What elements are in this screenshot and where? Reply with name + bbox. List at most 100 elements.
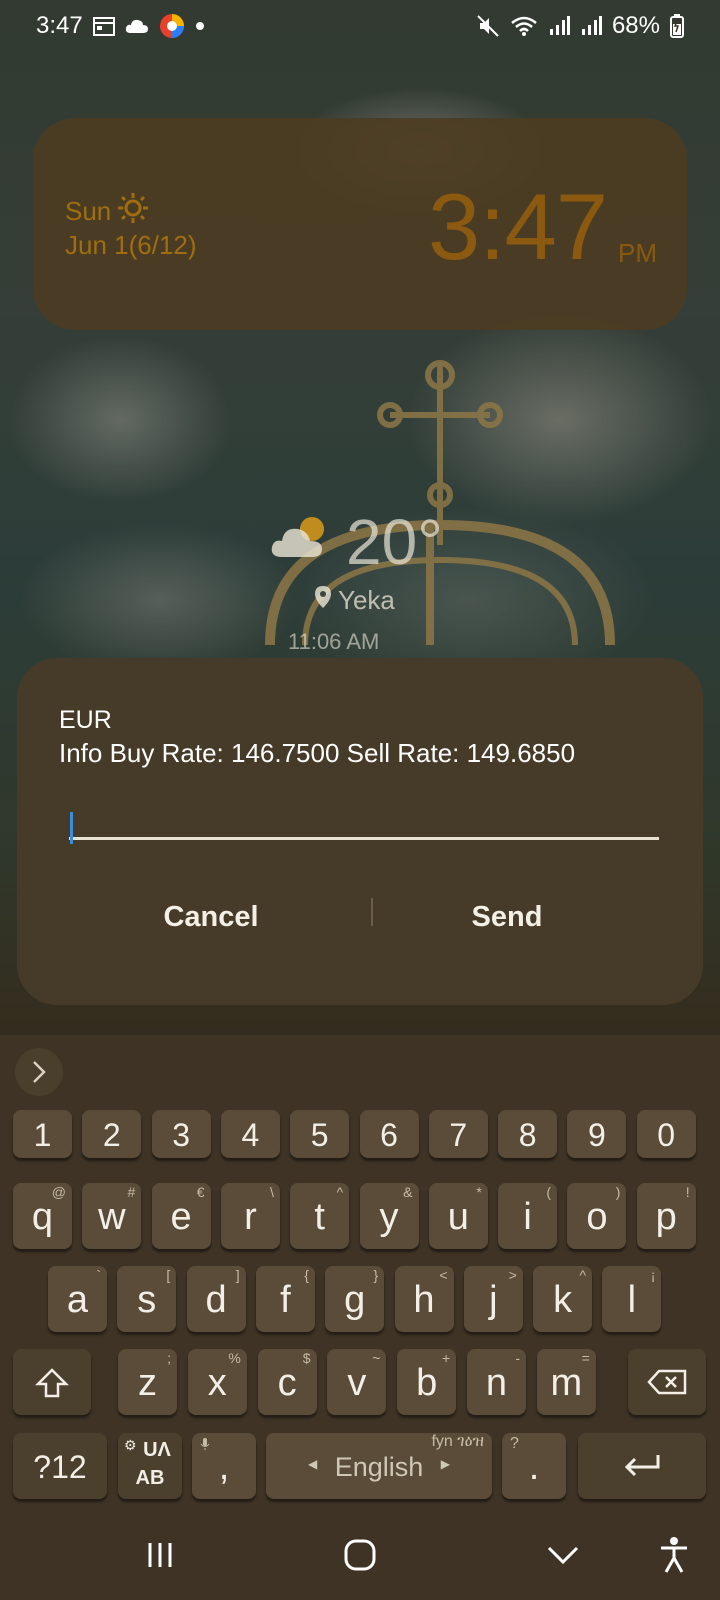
- key-u-label: u: [447, 1196, 469, 1238]
- toolbar-expand-button[interactable]: [15, 1048, 63, 1096]
- key-x[interactable]: % x: [187, 1349, 247, 1415]
- key-r[interactable]: \ r: [220, 1183, 280, 1249]
- key-y[interactable]: & y: [359, 1183, 419, 1249]
- key-d-symbol: ]: [235, 1267, 240, 1283]
- weather-widget[interactable]: 20° Yeka 11:06 AM: [270, 505, 470, 655]
- key-6[interactable]: 6: [359, 1110, 419, 1158]
- recent-apps-button[interactable]: [130, 1530, 190, 1580]
- key-f[interactable]: {f: [255, 1266, 315, 1332]
- key-t-label: t: [314, 1196, 325, 1238]
- key-j[interactable]: > j: [463, 1266, 523, 1332]
- key-e-label: e: [170, 1196, 192, 1238]
- key-z[interactable]: ; z: [118, 1349, 177, 1415]
- key-5[interactable]: 5: [290, 1110, 350, 1158]
- key-u[interactable]: * u: [428, 1183, 488, 1249]
- arrow-right-icon: ▶: [440, 1457, 450, 1471]
- key-o[interactable]: ) o: [567, 1183, 627, 1249]
- currency-info-dialog: EUR Info Buy Rate: 146.7500 Sell Rate: 1…: [17, 658, 703, 1005]
- language-switch-key[interactable]: ⚙ UΛ AB: [118, 1433, 182, 1499]
- key-w-label: w: [98, 1196, 126, 1238]
- key-u-symbol: *: [476, 1184, 482, 1200]
- key-6-label: 6: [380, 1117, 398, 1153]
- period-key[interactable]: ? .: [502, 1433, 566, 1499]
- key-7-label: 7: [449, 1117, 468, 1153]
- key-9-label: 9: [587, 1117, 606, 1153]
- key-a-label: a: [66, 1279, 89, 1321]
- enter-key[interactable]: [578, 1433, 706, 1499]
- key-k-symbol: ^: [579, 1267, 587, 1283]
- key-h[interactable]: < h: [394, 1266, 454, 1332]
- comma-key[interactable]: ,: [192, 1433, 256, 1499]
- space-bar[interactable]: fyn ገዕዝ ◀ English ▶: [266, 1433, 492, 1499]
- key-g[interactable]: } g: [325, 1266, 385, 1332]
- key-0-label: 0: [657, 1117, 676, 1153]
- hide-keyboard-button[interactable]: [533, 1530, 593, 1580]
- clock-day: Sun: [65, 196, 112, 226]
- key-s[interactable]: [s: [117, 1266, 177, 1332]
- key-w[interactable]: # w: [82, 1183, 142, 1249]
- cancel-button[interactable]: Cancel: [61, 892, 361, 942]
- key-n-label: n: [485, 1362, 508, 1404]
- key-f-label: f: [280, 1279, 291, 1321]
- key-c-symbol: $: [302, 1350, 311, 1366]
- recent-apps-icon: [148, 1543, 172, 1567]
- key-e-symbol: €: [196, 1184, 205, 1200]
- key-p[interactable]: ! p: [636, 1183, 696, 1249]
- key-m-label: m: [550, 1362, 583, 1404]
- accessibility-button[interactable]: [644, 1530, 704, 1580]
- key-i-label: i: [523, 1196, 532, 1238]
- key-7[interactable]: 7: [428, 1110, 488, 1158]
- key-v-symbol: ~: [372, 1350, 381, 1366]
- signal-sim2-icon: [580, 16, 602, 36]
- language-switch-top-label: UΛ: [143, 1439, 171, 1461]
- keyboard: ?12 ⚙ UΛ AB , fyn ገዕዝ ◀ English ▶ ? . 1 2…: [0, 1035, 720, 1510]
- key-9[interactable]: 9: [567, 1110, 627, 1158]
- key-a[interactable]: ` a: [48, 1266, 107, 1332]
- key-8[interactable]: 8: [498, 1110, 558, 1158]
- chevron-down-icon: [547, 1546, 579, 1565]
- key-4[interactable]: 4: [220, 1110, 280, 1158]
- home-button[interactable]: [330, 1530, 390, 1580]
- key-n[interactable]: -n: [467, 1349, 526, 1415]
- send-button[interactable]: Send: [357, 892, 657, 942]
- key-0[interactable]: 0: [636, 1110, 696, 1158]
- space-bar-label: English: [334, 1452, 424, 1482]
- key-v[interactable]: ~ v: [327, 1349, 387, 1415]
- key-b[interactable]: + b: [397, 1349, 457, 1415]
- key-j-symbol: >: [508, 1267, 517, 1283]
- wifi-icon: [510, 15, 538, 37]
- key-s-label: s: [137, 1279, 157, 1321]
- accessibility-icon: [661, 1537, 687, 1573]
- key-p-label: p: [655, 1196, 677, 1238]
- key-g-symbol: }: [373, 1267, 379, 1283]
- key-k-label: k: [553, 1279, 573, 1321]
- key-q-symbol: @: [51, 1184, 66, 1200]
- key-m[interactable]: = m: [536, 1349, 596, 1415]
- key-q[interactable]: @ q: [13, 1183, 72, 1249]
- clock-time: 3:47: [428, 174, 608, 279]
- key-d[interactable]: ] d: [186, 1266, 246, 1332]
- battery-percent: 68%: [611, 12, 660, 39]
- key-e[interactable]: € e: [151, 1183, 211, 1249]
- key-m-symbol: =: [581, 1350, 590, 1366]
- key-t[interactable]: ^ t: [290, 1183, 350, 1249]
- key-y-symbol: &: [403, 1184, 413, 1200]
- key-t-symbol: ^: [336, 1184, 344, 1200]
- key-k[interactable]: ^ k: [533, 1266, 593, 1332]
- key-l[interactable]: ¡ l: [602, 1266, 662, 1332]
- key-l-label: l: [627, 1279, 637, 1321]
- key-5-label: 5: [310, 1117, 329, 1153]
- key-f-symbol: {: [304, 1267, 309, 1283]
- dialog-text-input[interactable]: [69, 788, 659, 840]
- backspace-key[interactable]: [628, 1349, 706, 1415]
- clock-widget[interactable]: Sun Jun 1(6/12) 3:47 PM: [33, 118, 687, 330]
- key-v-label: v: [347, 1362, 367, 1404]
- key-i[interactable]: (i: [498, 1183, 558, 1249]
- key-c[interactable]: $ c: [257, 1349, 317, 1415]
- key-2[interactable]: 2: [82, 1110, 142, 1158]
- key-1[interactable]: 1: [13, 1110, 72, 1158]
- key-3[interactable]: 3: [151, 1110, 211, 1158]
- shift-key[interactable]: [13, 1349, 91, 1415]
- symbols-key[interactable]: ?12: [13, 1433, 107, 1499]
- key-a-symbol: `: [96, 1267, 101, 1283]
